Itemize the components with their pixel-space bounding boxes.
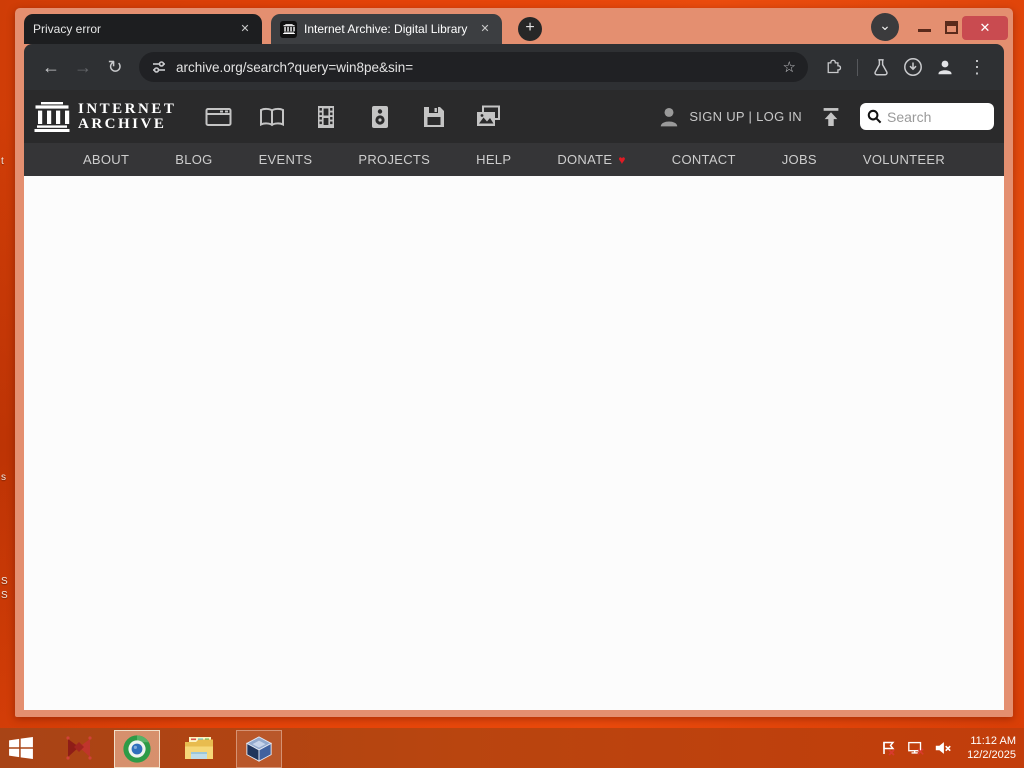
tab-title: Privacy error [33, 22, 102, 36]
nav-item-contact[interactable]: CONTACT [649, 143, 759, 176]
texts-icon[interactable] [252, 100, 292, 134]
archive-nav: ABOUT BLOG EVENTS PROJECTS HELP DONATE ♥… [24, 143, 1004, 176]
virtualbox-icon [245, 735, 273, 762]
window-close-button[interactable]: ✕ [962, 16, 1008, 40]
browser-toolbar: ← → ↻ archive.org/search?query=win8pe&si… [24, 44, 1004, 90]
account-person-icon[interactable] [659, 107, 679, 127]
action-center-flag-icon[interactable] [880, 739, 898, 757]
downloads-icon[interactable] [899, 53, 927, 81]
taskbar-virtualbox-button[interactable] [236, 729, 282, 768]
network-status-icon[interactable] [907, 739, 925, 757]
chrome-icon [123, 734, 151, 763]
search-icon [867, 109, 882, 124]
signup-login-link[interactable]: SIGN UP | LOG IN [689, 109, 802, 124]
archive-logo-icon[interactable] [34, 101, 70, 132]
start-button[interactable] [0, 728, 42, 768]
profile-avatar-icon[interactable] [931, 53, 959, 81]
experiments-flask-icon[interactable] [867, 53, 895, 81]
nav-item-volunteer[interactable]: VOLUNTEER [840, 143, 968, 176]
nav-item-blog[interactable]: BLOG [152, 143, 235, 176]
tab-search-chevron-icon[interactable]: ⌄ [871, 13, 899, 41]
taskbar: 11:12 AM 12/2/2025 [0, 728, 1024, 768]
taskbar-clock[interactable]: 11:12 AM 12/2/2025 [967, 734, 1016, 762]
window-minimize-button[interactable] [918, 29, 931, 32]
nav-item-events[interactable]: EVENTS [236, 143, 336, 176]
url-text[interactable]: archive.org/search?query=win8pe&sin= [176, 60, 774, 75]
nav-item-help[interactable]: HELP [453, 143, 534, 176]
tab-close-icon[interactable]: ✕ [477, 21, 493, 37]
clock-time: 11:12 AM [970, 735, 1016, 747]
file-explorer-icon [185, 737, 213, 759]
nav-item-about[interactable]: ABOUT [60, 143, 152, 176]
search-input[interactable] [887, 108, 987, 125]
page-content-blank [24, 176, 1004, 710]
volume-muted-icon[interactable] [934, 739, 952, 757]
desktop-icon-label-fragment: t [1, 156, 4, 167]
site-settings-icon[interactable] [151, 59, 167, 75]
desktop-icon-label-fragment: S [1, 576, 8, 587]
internet-archive-favicon [280, 20, 297, 38]
taskbar-file-explorer-button[interactable] [176, 728, 222, 768]
archive-search-box[interactable] [860, 103, 994, 130]
system-tray: 11:12 AM 12/2/2025 [880, 734, 1024, 762]
desktop-icon-label-fragment: S [1, 590, 8, 601]
windows-logo-icon [9, 736, 33, 760]
reload-icon[interactable]: ↻ [101, 53, 129, 81]
window-maximize-button[interactable] [945, 21, 958, 34]
tab-strip: Privacy error ✕ Internet Archive: Digita… [15, 8, 1013, 44]
bookmark-star-icon[interactable]: ☆ [783, 58, 796, 76]
tab-close-icon[interactable]: ✕ [237, 21, 253, 37]
tab-internet-archive[interactable]: Internet Archive: Digital Library ✕ [271, 14, 502, 44]
tab-title: Internet Archive: Digital Library [304, 22, 468, 36]
video-icon[interactable] [306, 100, 346, 134]
browser-window: Privacy error ✕ Internet Archive: Digita… [15, 8, 1013, 717]
upload-icon[interactable] [820, 107, 842, 127]
nav-item-donate[interactable]: DONATE ♥ [534, 143, 648, 176]
heart-icon: ♥ [618, 152, 626, 167]
forward-icon[interactable]: → [69, 53, 97, 81]
archive-wordmark[interactable]: INTERNET ARCHIVE [78, 101, 176, 132]
clock-date: 12/2/2025 [967, 749, 1016, 761]
audio-icon[interactable] [360, 100, 400, 134]
nav-item-jobs[interactable]: JOBS [759, 143, 840, 176]
desktop-icon-label-fragment: s [1, 472, 6, 483]
web-icon[interactable] [198, 100, 238, 134]
media-type-row [198, 100, 508, 134]
archive-header: INTERNET ARCHIVE SIGN UP | LOG IN Search [24, 90, 1004, 143]
back-icon[interactable]: ← [37, 53, 65, 81]
nav-item-projects[interactable]: PROJECTS [335, 143, 453, 176]
new-tab-button[interactable]: + [518, 17, 542, 41]
tab-privacy-error[interactable]: Privacy error ✕ [24, 14, 262, 44]
software-icon[interactable] [414, 100, 454, 134]
extensions-icon[interactable] [820, 53, 848, 81]
taskbar-chrome-button[interactable] [114, 729, 160, 768]
browser-menu-icon[interactable]: ⋮ [963, 53, 991, 81]
images-icon[interactable] [468, 100, 508, 134]
toolbar-divider [857, 58, 858, 76]
taskbar-red-app-icon[interactable] [56, 728, 102, 768]
address-bar[interactable]: archive.org/search?query=win8pe&sin= ☆ [139, 52, 808, 82]
